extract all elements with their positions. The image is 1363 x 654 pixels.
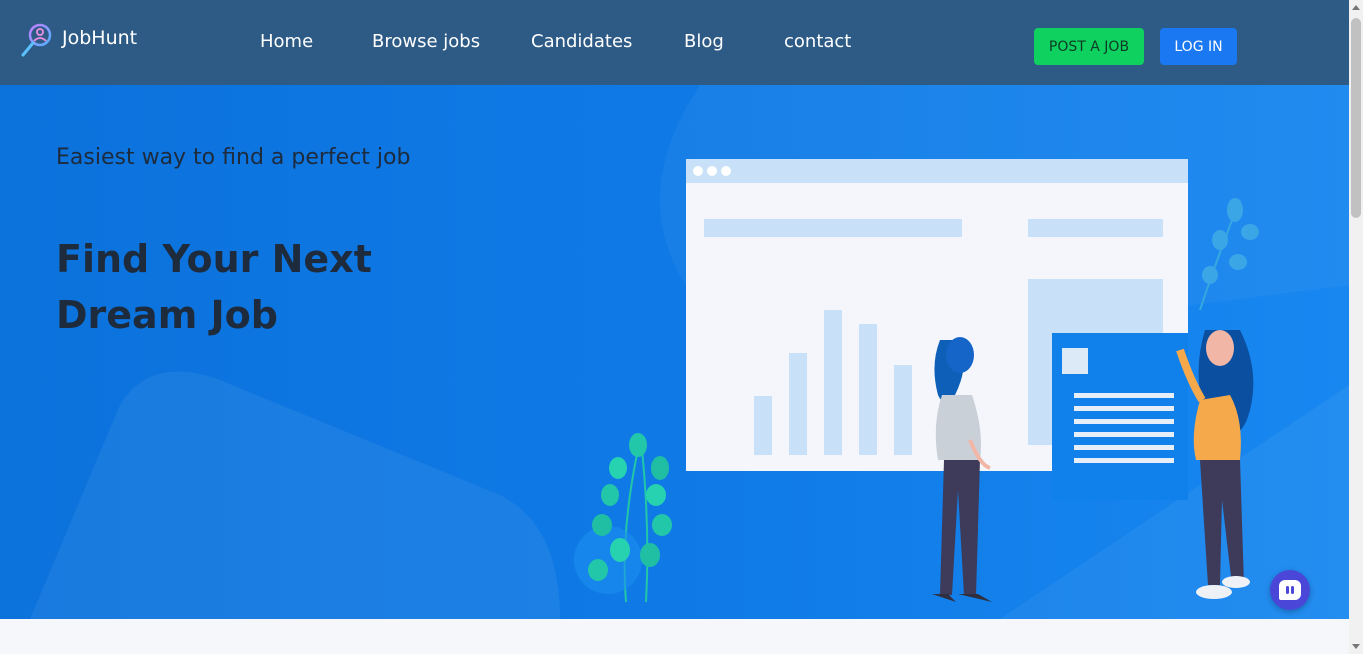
- scrollbar[interactable]: [1349, 0, 1363, 654]
- brand-name: JobHunt: [62, 27, 138, 49]
- page: JobHunt Home Browse jobs Candidates Blog…: [0, 0, 1363, 654]
- chat-bubble-icon[interactable]: [1270, 570, 1310, 610]
- hero-illustration: [574, 159, 1259, 603]
- hero-headline: Find Your Next Dream Job: [56, 237, 372, 337]
- nav-contact[interactable]: contact: [784, 31, 851, 52]
- nav-home[interactable]: Home: [260, 31, 313, 52]
- document-card-graphic: [1052, 333, 1188, 500]
- chat-glyph: [1279, 580, 1301, 600]
- brand-logo[interactable]: JobHunt: [20, 22, 137, 58]
- login-button[interactable]: LOG IN: [1160, 28, 1237, 65]
- person-right-figure: [1176, 330, 1254, 599]
- nav-browse-jobs[interactable]: Browse jobs: [372, 31, 480, 52]
- scroll-down-arrow-icon[interactable]: [1352, 644, 1360, 649]
- site-header: JobHunt Home Browse jobs Candidates Blog…: [0, 0, 1349, 85]
- nav-candidates[interactable]: Candidates: [531, 31, 632, 52]
- hero-tagline: Easiest way to find a perfect job: [56, 145, 411, 170]
- content-area: [0, 619, 1349, 654]
- scroll-up-arrow-icon[interactable]: [1352, 5, 1360, 10]
- magnifier-person-icon: [21, 23, 52, 57]
- scroll-thumb[interactable]: [1351, 18, 1361, 218]
- post-a-job-button[interactable]: POST A JOB: [1034, 28, 1144, 65]
- plant-right-icon: [1199, 198, 1259, 311]
- hero-section: Easiest way to find a perfect job Find Y…: [0, 85, 1349, 619]
- plant-left-icon: [574, 433, 672, 603]
- nav-blog[interactable]: Blog: [684, 31, 724, 52]
